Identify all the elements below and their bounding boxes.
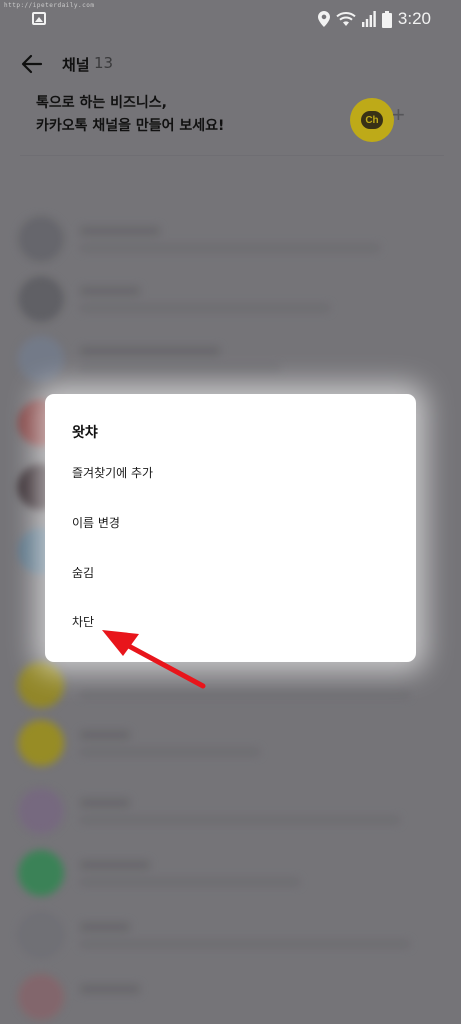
menu-item-rename[interactable]: 이름 변경 [72, 514, 392, 538]
dialog-title: 왓챠 [72, 425, 98, 441]
red-arrow-icon [102, 630, 206, 689]
menu-item-hide[interactable]: 숨김 [72, 564, 392, 588]
menu-item-add-favorite[interactable]: 즐겨찾기에 추가 [72, 464, 392, 488]
